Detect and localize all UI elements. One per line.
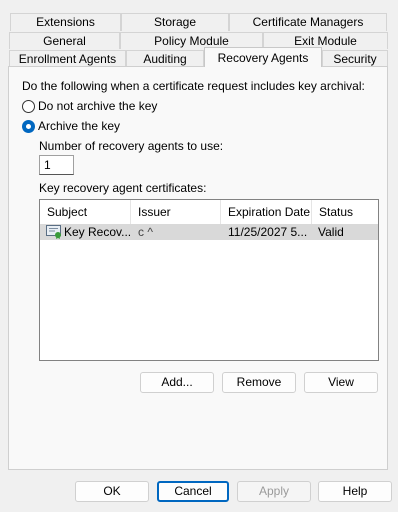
cell-status: Valid xyxy=(318,225,344,239)
help-button[interactable]: Help xyxy=(318,481,392,502)
remove-button[interactable]: Remove xyxy=(222,372,296,393)
certs-list-label: Key recovery agent certificates: xyxy=(39,181,207,195)
certificates-list[interactable]: Subject Issuer Expiration Date Status Ke… xyxy=(39,199,379,361)
archive-key-label[interactable]: Archive the key xyxy=(38,119,120,133)
archive-key-radio[interactable] xyxy=(22,120,35,133)
agents-count-label: Number of recovery agents to use: xyxy=(39,139,224,153)
tab-certificate-managers[interactable]: Certificate Managers xyxy=(229,13,387,31)
column-issuer[interactable]: Issuer xyxy=(131,200,221,224)
cancel-button[interactable]: Cancel xyxy=(157,481,229,502)
add-button[interactable]: Add... xyxy=(140,372,214,393)
cell-subject: Key Recov... xyxy=(64,225,130,239)
do-not-archive-radio[interactable] xyxy=(22,100,35,113)
cell-issuer: c ^ xyxy=(138,225,153,239)
cell-expiration: 11/25/2027 5... xyxy=(228,225,308,239)
tab-storage[interactable]: Storage xyxy=(121,13,229,31)
tab-auditing[interactable]: Auditing xyxy=(126,50,204,67)
column-status[interactable]: Status xyxy=(312,200,378,224)
agents-count-input[interactable]: 1 xyxy=(39,155,74,175)
tab-extensions[interactable]: Extensions xyxy=(10,13,121,31)
tab-recovery-agents[interactable]: Recovery Agents xyxy=(204,47,322,67)
column-subject[interactable]: Subject xyxy=(40,200,131,224)
certificate-icon xyxy=(46,225,62,239)
tab-general[interactable]: General xyxy=(9,32,120,49)
view-button[interactable]: View xyxy=(304,372,378,393)
column-expiration-date[interactable]: Expiration Date xyxy=(221,200,312,224)
do-not-archive-label[interactable]: Do not archive the key xyxy=(38,99,157,113)
table-row[interactable]: Key Recov... c ^ 11/25/2027 5... Valid xyxy=(40,224,378,240)
apply-button[interactable]: Apply xyxy=(237,481,311,502)
ok-button[interactable]: OK xyxy=(75,481,149,502)
archival-prompt: Do the following when a certificate requ… xyxy=(22,79,365,93)
tab-enrollment-agents[interactable]: Enrollment Agents xyxy=(9,50,126,67)
tab-security[interactable]: Security xyxy=(322,50,388,67)
